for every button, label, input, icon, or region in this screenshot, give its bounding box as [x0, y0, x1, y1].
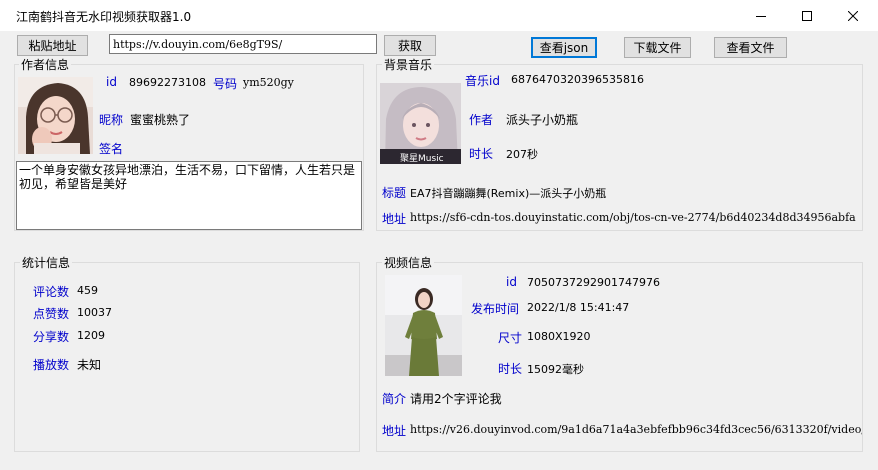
maximize-button[interactable] [784, 0, 830, 31]
music-cover-caption: 聚星Music [400, 154, 444, 164]
author-handle-value: ym520gy [243, 76, 294, 89]
video-url-value[interactable]: https://v26.douyinvod.com/9a1d6a71a4a3eb… [410, 423, 862, 436]
stats-plays-value: 未知 [77, 358, 102, 372]
video-id-value: 7050737292901747976 [527, 276, 660, 289]
stats-shares-value: 1209 [77, 329, 105, 342]
music-id-label: 音乐id [465, 74, 500, 88]
video-url-label: 地址 [382, 424, 407, 438]
music-cover: 聚星Music [380, 83, 461, 164]
video-publish-value: 2022/1/8 15:41:47 [527, 301, 630, 314]
music-author-label: 作者 [469, 113, 494, 127]
music-duration-label: 时长 [469, 147, 494, 161]
stats-comments-value: 459 [77, 284, 98, 297]
stats-likes-value: 10037 [77, 306, 112, 319]
video-group-title: 视频信息 [382, 254, 435, 271]
view-file-button[interactable]: 查看文件 [714, 37, 787, 58]
author-bio-textarea[interactable]: 一个单身安徽女孩异地漂泊，生活不易，口下留情，人生若只是初见，希望皆是美好 [16, 161, 362, 230]
video-duration-label: 时长 [498, 362, 523, 376]
author-group-title: 作者信息 [19, 56, 72, 73]
author-id-label: id [106, 75, 117, 89]
view-json-button[interactable]: 查看json [531, 37, 597, 58]
video-id-label: id [506, 275, 517, 289]
maximize-icon [802, 10, 812, 21]
author-handle-label: 号码 [213, 77, 238, 91]
author-nickname-label: 昵称 [99, 113, 124, 127]
music-url-label: 地址 [382, 212, 407, 226]
minimize-icon [756, 11, 766, 21]
close-button[interactable] [830, 0, 876, 31]
video-publish-label: 发布时间 [471, 302, 520, 316]
video-size-value: 1080X1920 [527, 330, 591, 343]
music-url-value[interactable]: https://sf6-cdn-tos.douyinstatic.com/obj… [410, 211, 862, 224]
window-title: 江南鹤抖音无水印视频获取器1.0 [16, 10, 192, 24]
video-thumbnail [385, 275, 462, 376]
url-input[interactable]: https://v.douyin.com/6e8gT9S/ [109, 34, 377, 54]
music-id-value: 6876470320396535816 [511, 73, 644, 86]
stats-plays-label: 播放数 [33, 358, 70, 372]
video-duration-value: 15092毫秒 [527, 363, 584, 376]
paste-address-button[interactable]: 粘贴地址 [17, 35, 88, 56]
video-desc-label: 简介 [382, 392, 407, 406]
music-group-title: 背景音乐 [382, 56, 435, 73]
download-file-button[interactable]: 下载文件 [624, 37, 691, 58]
author-avatar [18, 77, 93, 154]
fetch-button[interactable]: 获取 [384, 35, 436, 56]
video-size-label: 尺寸 [498, 331, 523, 345]
close-icon [848, 10, 858, 21]
music-author-value: 派头子小奶瓶 [506, 113, 579, 127]
author-id-value: 89692273108 [129, 76, 206, 89]
author-signature-label: 签名 [99, 142, 124, 156]
music-duration-value: 207秒 [506, 148, 538, 161]
minimize-button[interactable] [738, 0, 784, 31]
author-nickname-value: 蜜蜜桃熟了 [130, 113, 191, 127]
stats-shares-label: 分享数 [33, 330, 70, 344]
stats-likes-label: 点赞数 [33, 307, 70, 321]
title-bar: 江南鹤抖音无水印视频获取器1.0 [0, 0, 878, 31]
music-title-label: 标题 [382, 186, 407, 200]
stats-group-title: 统计信息 [20, 254, 73, 271]
stats-comments-label: 评论数 [33, 285, 70, 299]
video-desc-value: 请用2个字评论我 [410, 392, 502, 406]
music-title-value: EA7抖音蹦蹦舞(Remix)—派头子小奶瓶 [410, 187, 607, 200]
